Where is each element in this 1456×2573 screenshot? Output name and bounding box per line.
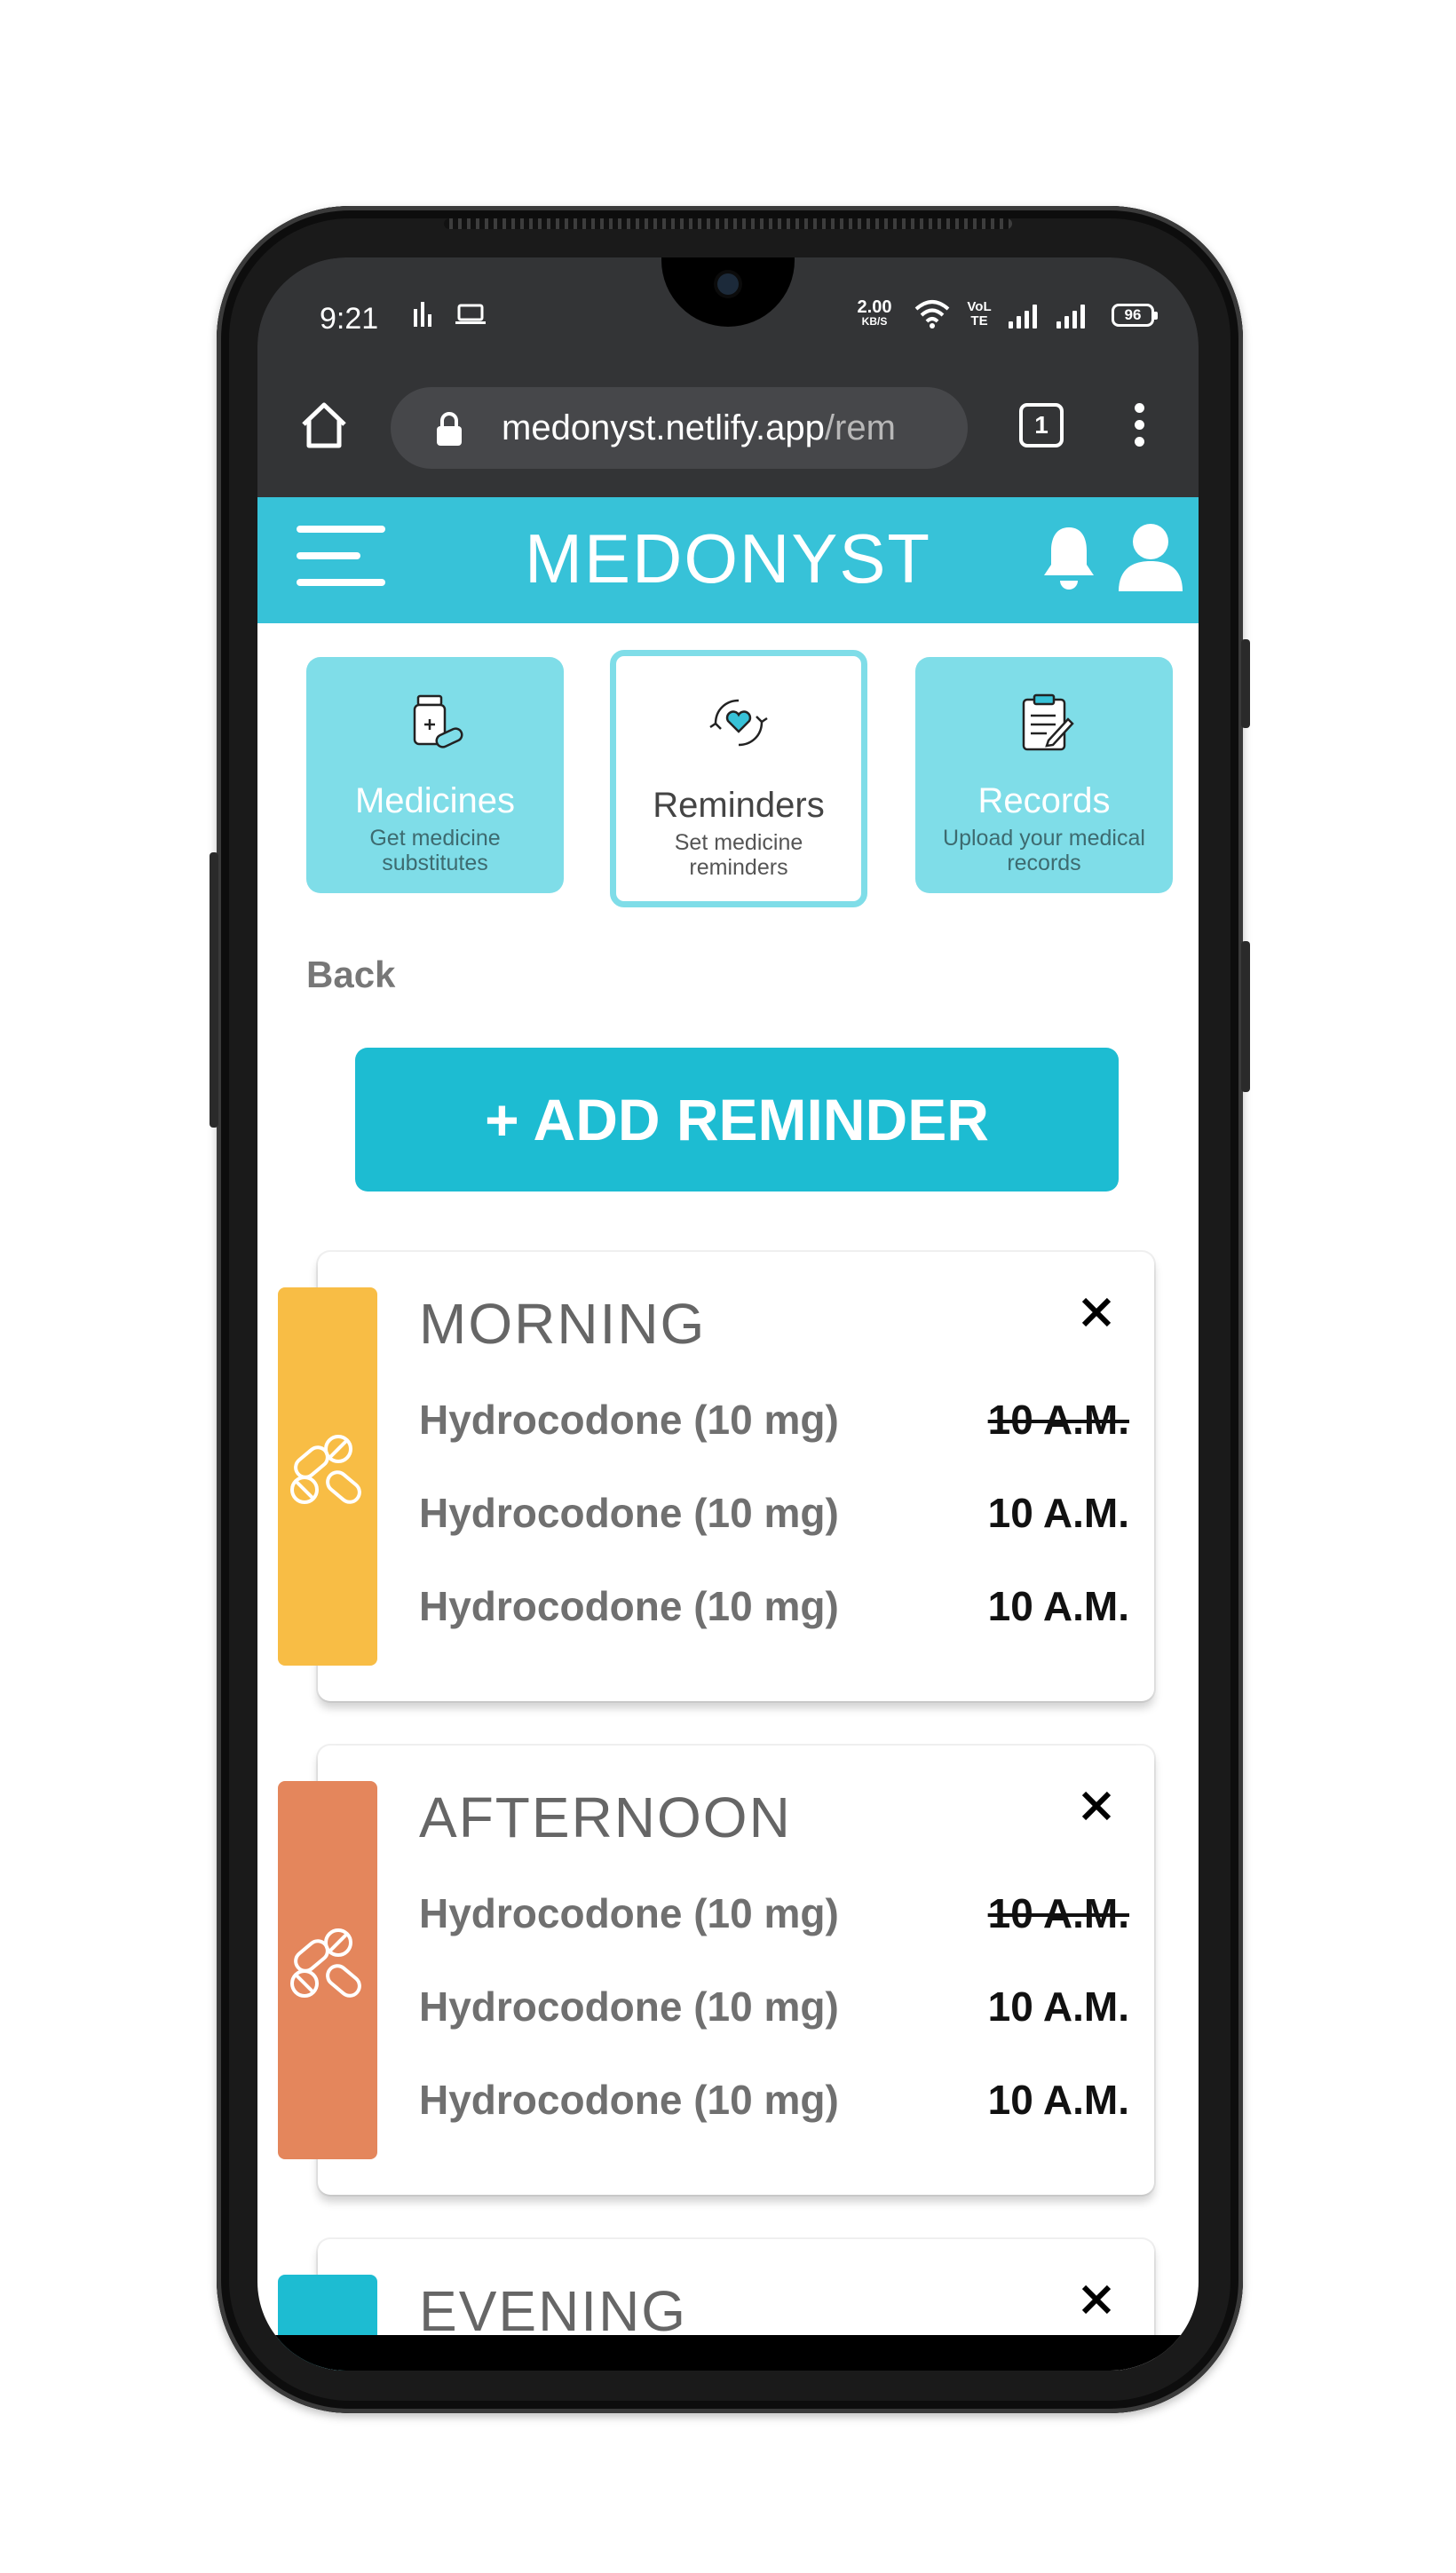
reminder-time: 10 A.M.	[987, 2077, 1129, 2123]
laptop-icon	[455, 304, 486, 324]
category-card-records[interactable]: Records Upload your medical records	[915, 657, 1173, 893]
close-icon[interactable]	[1077, 2280, 1116, 2319]
reminder-card-morning: MORNING Hydrocodone (10 mg) 10 A.M. Hydr…	[278, 1252, 1154, 1701]
reminder-hands-heart-icon	[709, 699, 768, 747]
earpiece-grille	[444, 218, 1012, 229]
reminder-row[interactable]: Hydrocodone (10 mg) 10 A.M.	[419, 2076, 1129, 2129]
battery-icon: 96	[1112, 304, 1158, 327]
reminder-group-title: EVENING	[419, 2279, 688, 2343]
category-subtitle: Get medicine substitutes	[369, 826, 501, 875]
reminder-time: 10 A.M.	[987, 1490, 1129, 1536]
reminder-time-done: 10 A.M.	[987, 1397, 1129, 1443]
app-content: MEDONYST Medicines Get medicine substitu…	[257, 497, 1199, 2371]
user-profile-icon[interactable]	[1119, 522, 1183, 591]
power-button	[1241, 941, 1250, 1092]
signal-activity-icon	[414, 302, 431, 327]
back-link[interactable]: Back	[306, 954, 395, 996]
close-icon[interactable]	[1077, 1786, 1116, 1825]
reminder-time: 10 A.M.	[987, 1583, 1129, 1629]
category-title: Reminders	[653, 786, 825, 825]
phone-screen: 9:21 2.00 KB/S VoLTE 96 medonyst.netlify…	[257, 257, 1199, 2371]
more-options-icon[interactable]	[1135, 403, 1145, 451]
network-speed: 2.00 KB/S	[857, 297, 892, 328]
reminder-group-title: AFTERNOON	[419, 1785, 792, 1849]
category-title: Medicines	[354, 781, 516, 820]
medicine-name: Hydrocodone (10 mg)	[419, 2077, 839, 2123]
reminder-row[interactable]: Hydrocodone (10 mg) 10 A.M.	[419, 1582, 1129, 1635]
volte-indicator: VoLTE	[967, 299, 992, 329]
medicine-name: Hydrocodone (10 mg)	[419, 1983, 839, 2030]
notification-bell-icon[interactable]	[1041, 524, 1097, 591]
cell-signal-1-icon	[1009, 304, 1037, 329]
cell-signal-2-icon	[1056, 304, 1085, 329]
reminder-row[interactable]: Hydrocodone (10 mg) 10 A.M.	[419, 1983, 1129, 2036]
reminder-card-afternoon: AFTERNOON Hydrocodone (10 mg) 10 A.M. Hy…	[278, 1746, 1154, 2195]
add-reminder-button[interactable]: + ADD REMINDER	[355, 1048, 1119, 1191]
category-subtitle: Set medicine reminders	[674, 830, 803, 880]
screen-bottom-bezel	[257, 2335, 1199, 2371]
app-header: MEDONYST	[257, 497, 1199, 623]
category-card-reminders[interactable]: Reminders Set medicine reminders	[610, 650, 867, 907]
medicine-bottle-icon	[413, 694, 463, 748]
medicine-name: Hydrocodone (10 mg)	[419, 1490, 839, 1536]
clipboard-icon	[1022, 693, 1074, 751]
medicine-name: Hydrocodone (10 mg)	[419, 1890, 839, 1936]
address-bar[interactable]: medonyst.netlify.app/rem	[391, 387, 968, 469]
medicine-name: Hydrocodone (10 mg)	[419, 1397, 839, 1443]
alert-slider	[1241, 639, 1250, 728]
volume-button	[210, 852, 218, 1128]
reminder-group-title: MORNING	[419, 1292, 707, 1356]
category-subtitle: Upload your medical records	[943, 826, 1145, 875]
category-title: Records	[977, 781, 1111, 820]
reminder-color-strip	[278, 1287, 377, 1666]
home-icon[interactable]	[297, 398, 352, 453]
reminder-row[interactable]: Hydrocodone (10 mg) 10 A.M.	[419, 1489, 1129, 1542]
status-bar: 9:21 2.00 KB/S VoLTE 96	[257, 257, 1199, 364]
reminder-time-done: 10 A.M.	[987, 1890, 1129, 1936]
pills-icon	[290, 1928, 361, 1998]
reminder-time: 10 A.M.	[987, 1983, 1129, 2030]
browser-toolbar: medonyst.netlify.app/rem 1	[257, 364, 1199, 497]
category-card-medicines[interactable]: Medicines Get medicine substitutes	[306, 657, 564, 893]
pills-icon	[290, 1435, 361, 1504]
lock-icon	[437, 412, 462, 446]
medicine-name: Hydrocodone (10 mg)	[419, 1583, 839, 1629]
reminder-row[interactable]: Hydrocodone (10 mg) 10 A.M.	[419, 1889, 1129, 1943]
tab-switcher-button[interactable]: 1	[1019, 403, 1064, 447]
front-camera	[717, 273, 739, 295]
reminder-color-strip	[278, 1781, 377, 2159]
wifi-icon	[914, 300, 950, 329]
url-text: medonyst.netlify.app/rem	[502, 408, 896, 447]
reminder-row[interactable]: Hydrocodone (10 mg) 10 A.M.	[419, 1396, 1129, 1449]
status-time: 9:21	[320, 302, 379, 336]
close-icon[interactable]	[1077, 1293, 1116, 1332]
